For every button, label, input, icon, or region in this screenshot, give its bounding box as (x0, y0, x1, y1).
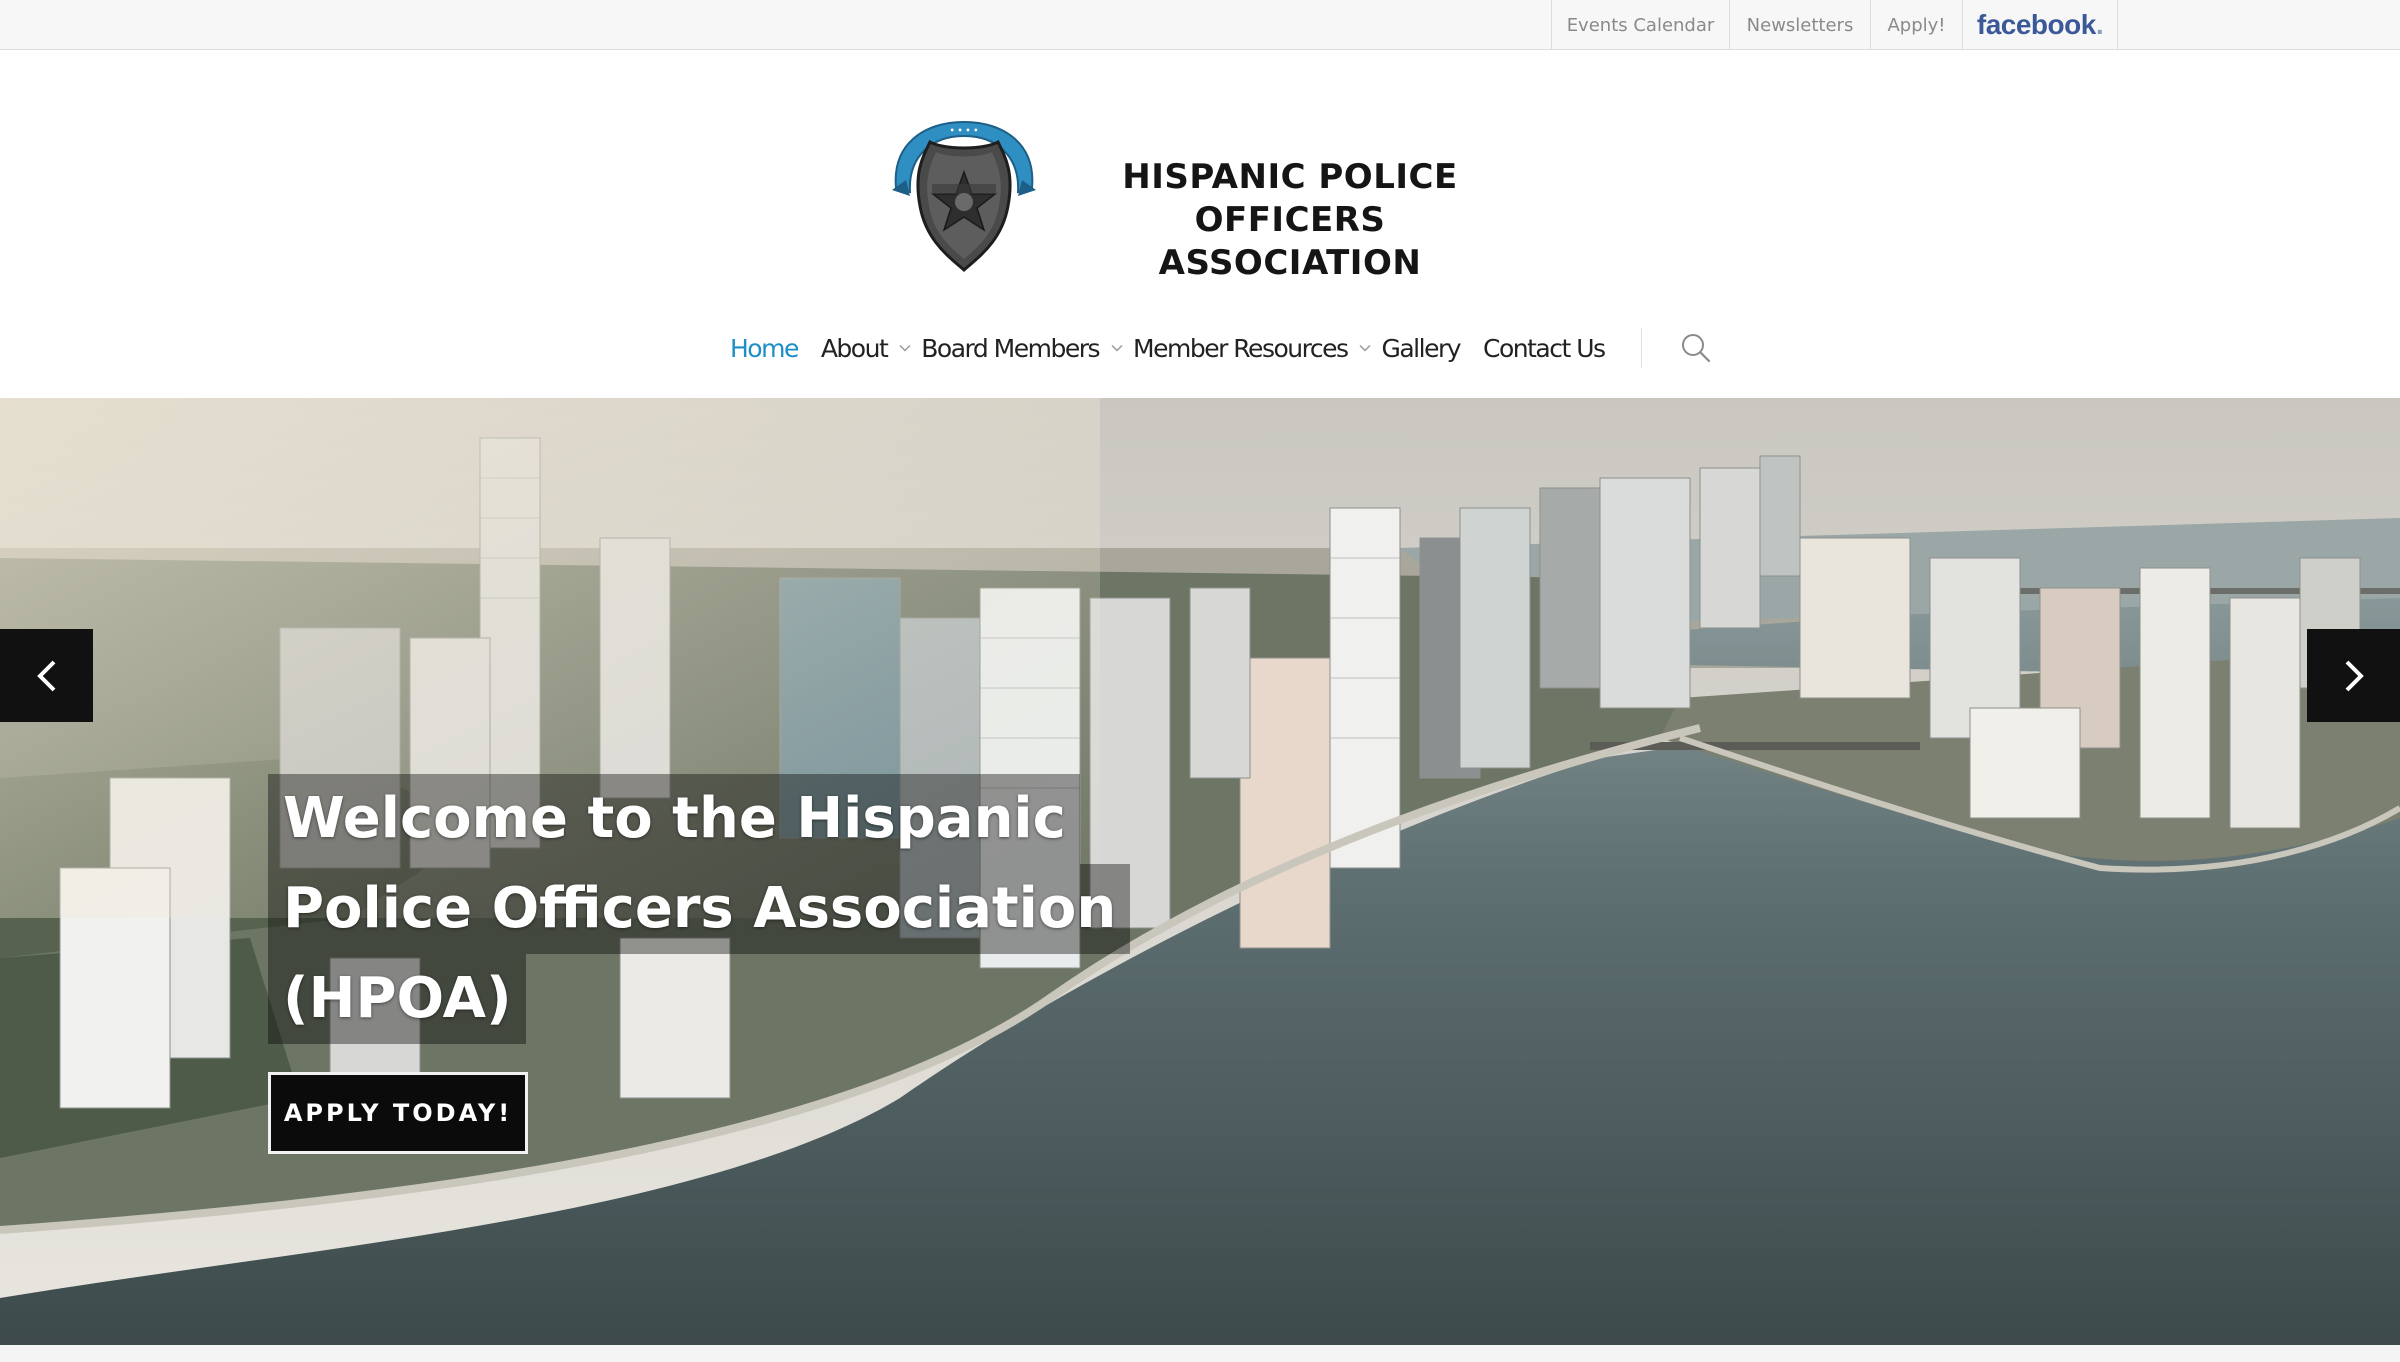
logo-line-1: HISPANIC POLICE (1122, 157, 1458, 197)
svg-text:• • • •: • • • • (950, 126, 979, 135)
chevron-down-icon (1111, 344, 1123, 352)
nav-member-resources-label: Member Resources (1133, 333, 1349, 363)
nav-divider (1640, 328, 1642, 368)
nav-about-label: About (820, 333, 889, 363)
main-nav: Home About Board Members Member Resource… (730, 326, 1714, 370)
hero-caption: Welcome to the Hispanic Police Officers … (268, 774, 1131, 1044)
newsletters-link[interactable]: Newsletters (1729, 0, 1870, 50)
nav-board-members-label: Board Members (921, 333, 1100, 363)
police-badge-icon: • • • • (892, 120, 1036, 272)
chevron-left-icon (36, 660, 55, 691)
nav-contact-us[interactable]: Contact Us (1483, 326, 1606, 370)
nav-about[interactable]: About (821, 326, 921, 370)
facebook-logo: facebook. (1976, 9, 2104, 40)
apply-today-button[interactable]: APPLY TODAY! (268, 1072, 528, 1154)
utility-nav: Events Calendar Newsletters Apply! faceb… (1551, 0, 2118, 50)
hero-title-line-3: (HPOA) (268, 954, 526, 1044)
page-bottom-strip (0, 1345, 2400, 1362)
nav-board-members[interactable]: Board Members (921, 326, 1133, 370)
hero-slider: Welcome to the Hispanic Police Officers … (0, 398, 2400, 1345)
chevron-right-icon (2345, 660, 2364, 691)
search-icon (1681, 334, 1710, 363)
hero-title-line-1: Welcome to the Hispanic (268, 774, 1080, 864)
slider-next-button[interactable] (2307, 629, 2400, 722)
facebook-link[interactable]: facebook. (1962, 0, 2118, 50)
chevron-down-icon (1359, 344, 1372, 352)
hero-title-line-2: Police Officers Association (268, 864, 1131, 954)
logo-wordmark: HISPANIC POLICE OFFICERS ASSOCIATION (1070, 156, 1510, 285)
top-utility-bar: Events Calendar Newsletters Apply! faceb… (0, 0, 2400, 50)
logo-line-2: OFFICERS ASSOCIATION (1158, 200, 1422, 283)
site-logo[interactable]: • • • • HISPANIC POLICE OFFICERS ASSOCIA… (884, 114, 1524, 283)
chevron-down-icon (899, 344, 911, 352)
search-button[interactable] (1678, 330, 1714, 366)
events-calendar-link[interactable]: Events Calendar (1551, 0, 1729, 50)
slider-prev-button[interactable] (0, 629, 93, 722)
nav-gallery[interactable]: Gallery (1381, 326, 1461, 370)
nav-member-resources[interactable]: Member Resources (1133, 326, 1381, 370)
apply-link[interactable]: Apply! (1870, 0, 1962, 50)
nav-home[interactable]: Home (730, 326, 799, 370)
